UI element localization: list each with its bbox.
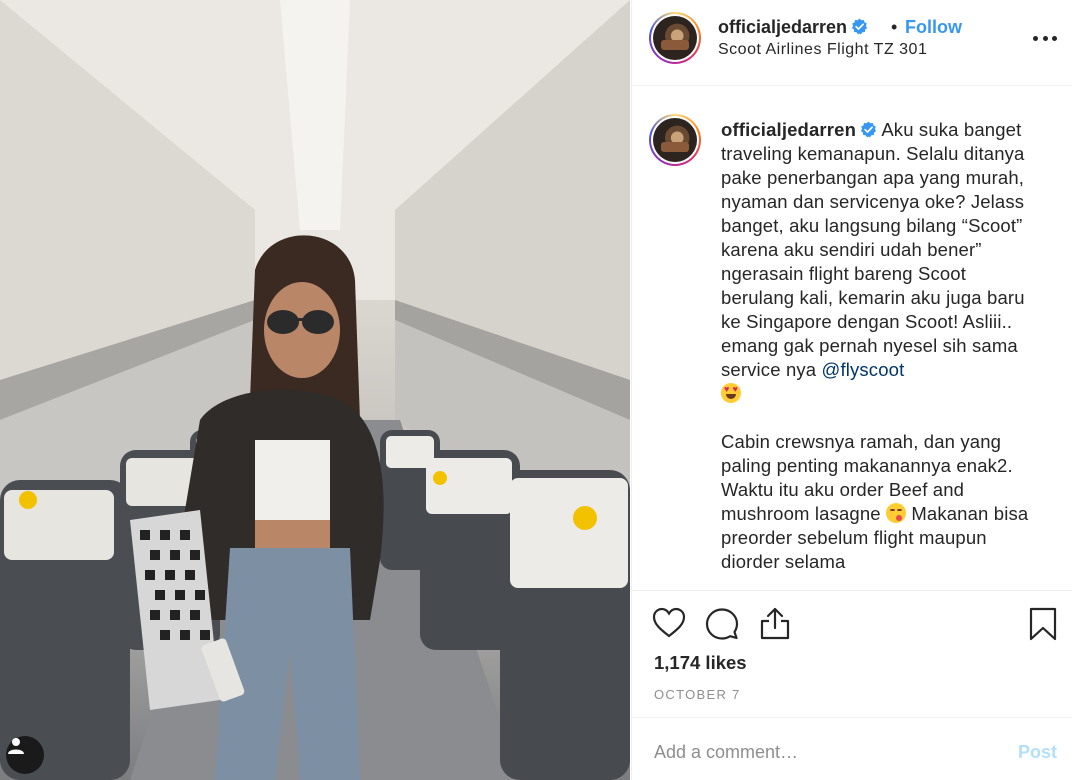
comment-input[interactable] <box>654 738 994 766</box>
post-actions: 1,174 likes OCTOBER 7 <box>632 590 1072 717</box>
username-link[interactable]: officialjedarren <box>718 17 868 38</box>
cabin-photo-illustration <box>0 0 630 780</box>
likes-count[interactable]: 1,174 likes <box>654 652 747 674</box>
bookmark-icon[interactable] <box>1029 607 1057 641</box>
caption-paragraph: Aku suka banget traveling kemanapun. Sel… <box>721 119 1025 380</box>
avatar-image <box>653 118 697 162</box>
mention-link[interactable]: @flyscoot <box>822 359 905 380</box>
heart-eyes-emoji-icon <box>721 383 741 403</box>
add-comment-bar: Post <box>632 717 1072 780</box>
comments-section[interactable]: officialjedarren Aku suka banget traveli… <box>632 87 1072 590</box>
verified-badge-icon <box>860 121 877 138</box>
separator-dot: • <box>891 17 898 37</box>
post-caption: officialjedarren Aku suka banget traveli… <box>721 118 1031 574</box>
follow-button[interactable]: Follow <box>905 17 962 38</box>
post-comment-button[interactable]: Post <box>1018 742 1057 763</box>
post-photo[interactable] <box>0 0 630 780</box>
more-options-icon[interactable] <box>1033 30 1057 46</box>
caption-avatar[interactable] <box>649 114 701 166</box>
user-tag-button[interactable] <box>6 736 44 774</box>
verified-badge-icon <box>851 18 868 35</box>
profile-avatar[interactable] <box>649 12 701 64</box>
share-icon[interactable] <box>759 606 791 640</box>
avatar-image <box>653 16 697 60</box>
username-text: officialjedarren <box>718 17 848 37</box>
heart-icon[interactable] <box>652 607 686 639</box>
post-header: officialjedarren • Follow Scoot Airlines… <box>632 0 1072 86</box>
post-date[interactable]: OCTOBER 7 <box>654 687 741 702</box>
caption-username[interactable]: officialjedarren <box>721 119 856 140</box>
user-tag-icon <box>8 738 24 754</box>
post-detail-panel: officialjedarren • Follow Scoot Airlines… <box>631 0 1072 780</box>
location-link[interactable]: Scoot Airlines Flight TZ 301 <box>718 41 927 59</box>
yum-emoji-icon <box>886 503 907 523</box>
comment-icon[interactable] <box>705 607 739 641</box>
